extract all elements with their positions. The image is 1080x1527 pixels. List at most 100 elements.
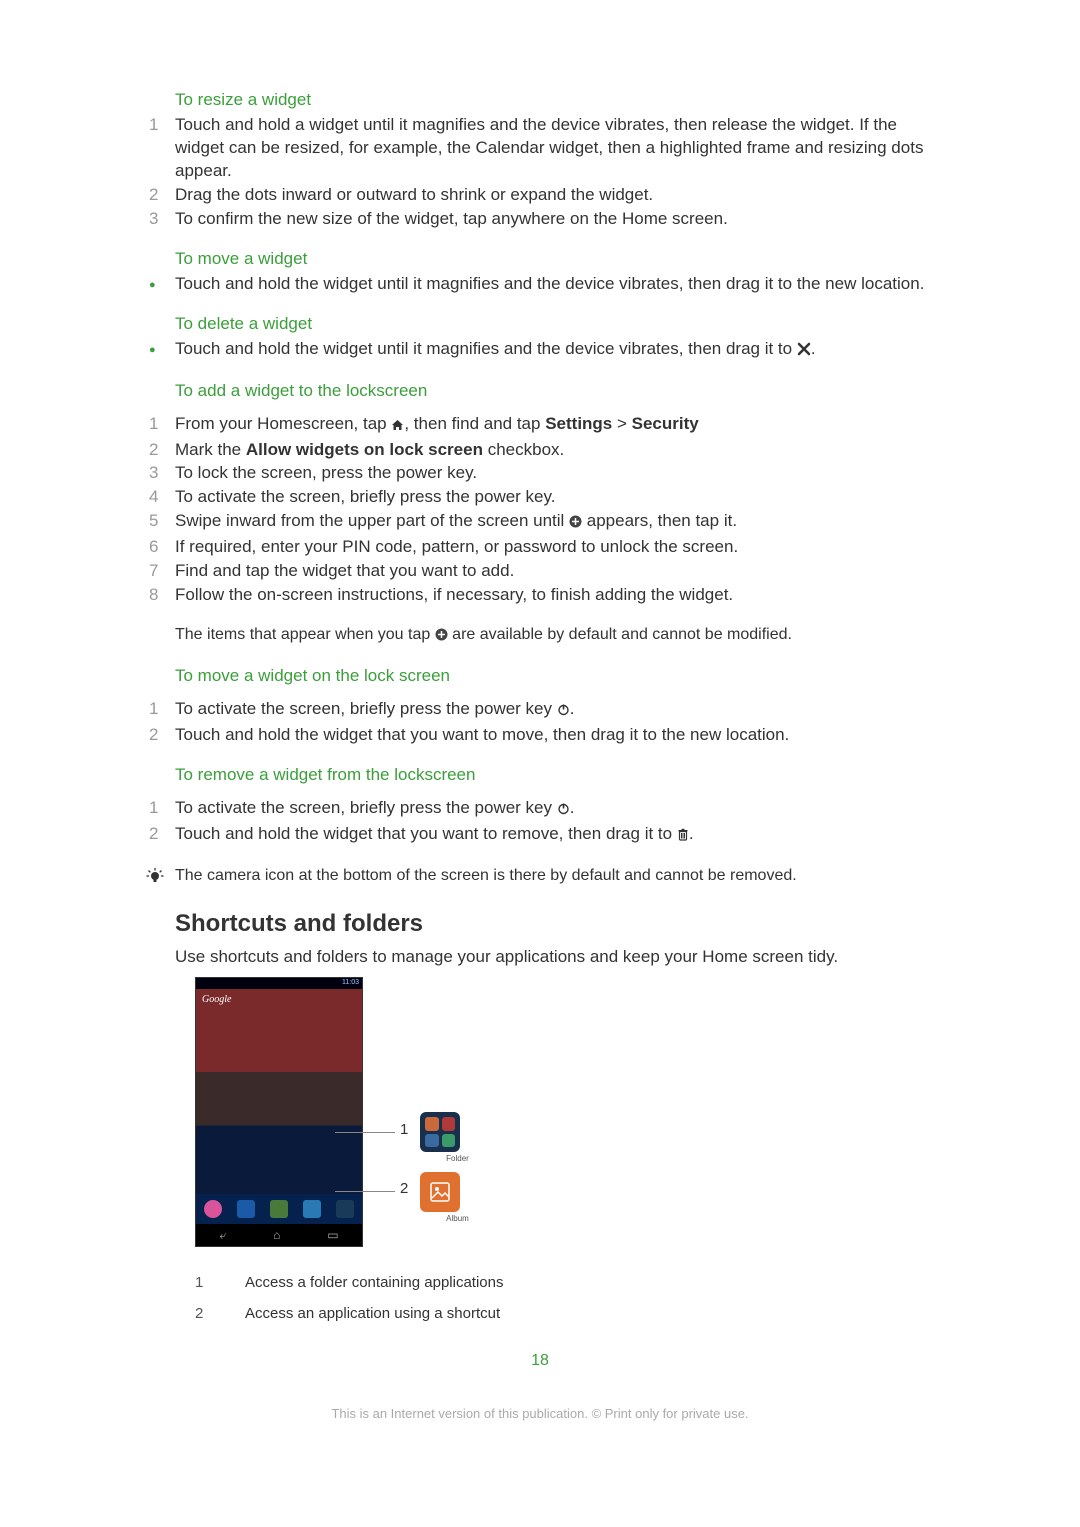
step-num: 7 [135,560,175,583]
step-text: Mark the Allow widgets on lock screen ch… [175,439,945,462]
plus-circle-icon [435,627,448,648]
text: > [612,414,631,433]
step-num: 2 [135,724,175,747]
phone-screenshot: 11:03 Google ⤶ ⌂ ▭ [195,977,363,1247]
tip-text: The camera icon at the bottom of the scr… [175,866,797,887]
heading-removelock: To remove a widget from the lockscreen [175,765,945,785]
trash-icon [677,825,689,848]
bold-security: Security [632,414,699,433]
step-num: 2 [135,184,175,207]
note-blank-icon [135,625,175,648]
step-text: Follow the on-screen instructions, if ne… [175,584,945,607]
step-text: Drag the dots inward or outward to shrin… [175,184,945,207]
legend-num: 2 [195,1305,245,1322]
phone-navbar: ⤶ ⌂ ▭ [196,1224,362,1246]
step-text: Touch and hold a widget until it magnifi… [175,114,945,183]
heading-move: To move a widget [175,249,945,269]
legend-text: Access an application using a shortcut [245,1305,500,1322]
text: To activate the screen, briefly press th… [175,699,557,718]
heading-movelock: To move a widget on the lock screen [175,666,945,686]
text: From your Homescreen, tap [175,414,391,433]
step-num: 8 [135,584,175,607]
step-text: Touch and hold the widget until it magni… [175,338,945,363]
heading-resize: To resize a widget [175,90,945,110]
folder-label: Folder [420,1154,495,1163]
step-num: 1 [135,413,175,438]
step-text: If required, enter your PIN code, patter… [175,536,945,559]
home-icon: ⌂ [273,1228,280,1242]
home-icon [391,415,404,438]
bold-settings: Settings [545,414,612,433]
steps-resize: 1Touch and hold a widget until it magnif… [135,114,945,231]
phone-illustration: 11:03 Google ⤶ ⌂ ▭ 1 Folder 2 Album [195,977,535,1262]
heading-shortcuts: Shortcuts and folders [175,910,945,938]
text: appears, then tap it. [582,511,737,530]
plus-circle-icon [569,512,582,535]
step-text: To activate the screen, briefly press th… [175,698,945,723]
bold-allow: Allow widgets on lock screen [246,440,483,459]
tip-removelock: The camera icon at the bottom of the scr… [135,866,945,887]
phone-statusbar: 11:03 [196,978,362,989]
text: . [811,339,816,358]
page-number: 18 [135,1352,945,1370]
album-label: Album [420,1214,495,1223]
text: The items that appear when you tap [175,626,435,643]
text: Mark the [175,440,246,459]
back-icon: ⤶ [219,1228,226,1243]
bullet: ● [135,273,175,296]
note-addlock: The items that appear when you tap are a… [135,625,945,648]
callout-2: 2 [400,1180,408,1197]
recent-icon: ▭ [327,1228,338,1242]
step-text: Touch and hold the widget until it magni… [175,273,945,296]
step-num: 2 [135,439,175,462]
steps-addlock: 1 From your Homescreen, tap , then find … [135,413,945,608]
legend-text: Access a folder containing applications [245,1274,504,1291]
step-text: Touch and hold the widget that you want … [175,724,945,747]
text: Swipe inward from the upper part of the … [175,511,569,530]
step-num: 1 [135,114,175,183]
tip-bulb-icon [135,866,175,887]
legend: 1Access a folder containing applications… [195,1274,945,1322]
steps-delete: ● Touch and hold the widget until it mag… [135,338,945,363]
footer-text: This is an Internet version of this publ… [135,1406,945,1421]
heading-addlock: To add a widget to the lockscreen [175,381,945,401]
step-text: Swipe inward from the upper part of the … [175,510,945,535]
step-num: 2 [135,823,175,848]
text: . [689,824,694,843]
step-num: 3 [135,462,175,485]
text: Touch and hold the widget until it magni… [175,339,797,358]
steps-removelock: 1 To activate the screen, briefly press … [135,797,945,848]
album-callout: Album [420,1172,495,1223]
heading-delete: To delete a widget [175,314,945,334]
phone-google-widget: Google [202,994,231,1005]
legend-num: 1 [195,1274,245,1291]
text: Touch and hold the widget that you want … [175,824,677,843]
text: checkbox. [483,440,564,459]
phone-dock [196,1194,362,1224]
album-icon [420,1172,460,1212]
steps-move: ●Touch and hold the widget until it magn… [135,273,945,296]
step-text: From your Homescreen, tap , then find an… [175,413,945,438]
step-text: To confirm the new size of the widget, t… [175,208,945,231]
step-num: 6 [135,536,175,559]
step-text: To activate the screen, briefly press th… [175,486,945,509]
callout-line [335,1191,395,1192]
step-text: Find and tap the widget that you want to… [175,560,945,583]
power-icon [557,799,570,822]
x-icon [797,340,811,363]
text: . [570,699,575,718]
step-text: To lock the screen, press the power key. [175,462,945,485]
bullet: ● [135,338,175,363]
step-num: 3 [135,208,175,231]
step-text: Touch and hold the widget that you want … [175,823,945,848]
step-num: 5 [135,510,175,535]
intro-shortcuts: Use shortcuts and folders to manage your… [175,946,945,969]
power-icon [557,700,570,723]
text: , then find and tap [404,414,545,433]
text: are available by default and cannot be m… [448,626,792,643]
step-num: 4 [135,486,175,509]
note-text: The items that appear when you tap are a… [175,625,792,648]
folder-callout: Folder [420,1112,495,1167]
step-num: 1 [135,698,175,723]
step-num: 1 [135,797,175,822]
